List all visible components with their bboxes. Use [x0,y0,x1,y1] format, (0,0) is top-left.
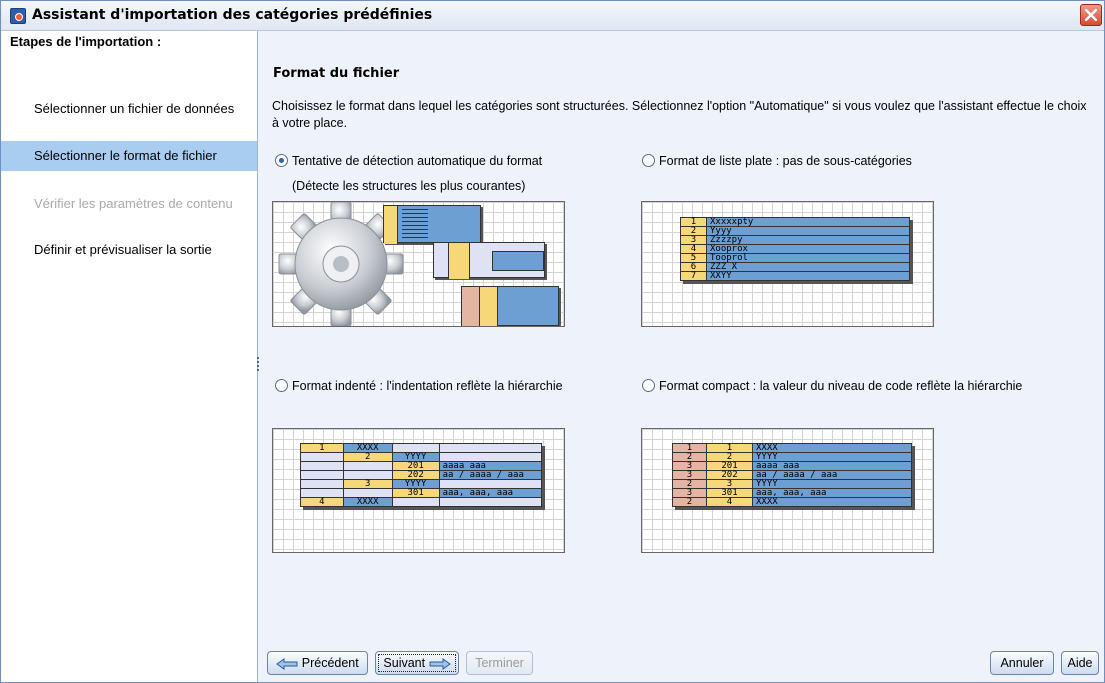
table-cell: aa / aaaa / aaa [438,470,543,480]
table-cell: 2 [672,497,707,507]
table-cell: aaa, aaa, aaa [438,488,543,498]
table-cell: 4 [706,497,753,507]
table-cell: 3 [342,479,393,489]
app-icon [10,8,26,24]
table-row: 4 XXXX [300,497,543,507]
table-cell [342,461,393,471]
table-cell [438,497,543,507]
table-cell [300,452,344,462]
table-cell: ZZZ X [706,262,910,272]
preview-compact: 1 1 XXXX 2 2 YYYY 3 201 aaaa aaa 3 202 aa / aaaa / … [641,428,934,553]
previous-label: Précédent [301,656,359,670]
steps-title: Etapes de l'importation : [10,34,162,49]
option-auto-detect[interactable]: Tentative de détection automatique du fo… [275,154,542,168]
option-flat-list-label: Format de liste plate : pas de sous-caté… [659,154,912,168]
format-description: Choisissez le format dans lequel les cat… [272,99,1087,130]
table-cell [391,497,440,507]
cancel-button[interactable]: Annuler [990,651,1054,675]
table-cell: XXXX [752,497,912,507]
table-cell: 301 [391,488,440,498]
help-button[interactable]: Aide [1061,651,1099,675]
preview-auto-detect [272,201,565,327]
arrow-right-icon [429,658,451,670]
option-auto-detect-hint: (Détecte les structures les plus courant… [292,179,526,193]
option-compact[interactable]: Format compact : la valeur du niveau de … [642,379,1022,393]
option-indented[interactable]: Format indenté : l'indentation reflète l… [275,379,563,393]
radio-compact[interactable] [642,379,655,392]
preview-flat-list: 1 Xxxxxpty 2 Yyyy 3 Zzzzpy 4 Xooprox 5 Tooprol 6 ZZ… [641,201,934,327]
table-row: 3 202 aa / aaaa / aaa [672,470,912,480]
title-bar: Assistant d'importation des catégories p… [1,1,1104,31]
step-verify-content-settings: Vérifier les paramètres de contenu [34,196,233,211]
option-auto-detect-label: Tentative de détection automatique du fo… [292,154,543,168]
table-cell: 2 [342,452,393,462]
import-wizard-window: Assistant d'importation des catégories p… [0,0,1105,683]
radio-indented[interactable] [275,379,288,392]
table-cell [300,479,344,489]
step-select-file-format[interactable]: Sélectionner le format de fichier [1,141,257,171]
table-cell: 7 [680,271,707,281]
indented-table: 1 XXXX 2 YYYY 201 aaaa aaa 202 aa / aaaa / aaa 3… [300,443,543,507]
table-row: 301 aaa, aaa, aaa [300,488,543,498]
table-cell: 1 [300,443,344,453]
next-label: Suivant [383,656,426,670]
table-cell: XXYY [706,271,910,281]
arrow-left-icon [276,658,298,670]
table-row: 3 301 aaa, aaa, aaa [672,488,912,498]
finish-button: Terminer [466,651,533,675]
radio-auto-detect[interactable] [275,154,288,167]
window-title: Assistant d'importation des catégories p… [32,7,433,23]
table-cell: XXXX [342,497,393,507]
table-cell: 4 [300,497,344,507]
table-cell [438,443,543,453]
close-icon [1085,9,1097,21]
table-row: 2 4 XXXX [672,497,912,507]
step-define-preview-output[interactable]: Définir et prévisualiser la sortie [1,235,257,265]
main-panel: Format du fichier Choisissez le format d… [259,31,1104,682]
table-cell: Xxxxxpty [706,217,910,227]
table-row: 7 XXYY [680,271,910,281]
option-compact-label: Format compact : la valeur du niveau de … [659,379,1023,393]
section-title: Format du fichier [273,66,400,81]
flat-list-table: 1 Xxxxxpty 2 Yyyy 3 Zzzzpy 4 Xooprox 5 Tooprol 6 ZZ… [680,217,910,281]
step-select-data-file[interactable]: Sélectionner un fichier de données [1,94,257,124]
radio-flat-list[interactable] [642,154,655,167]
option-indented-label: Format indenté : l'indentation reflète l… [292,379,563,393]
table-cell [300,470,344,480]
steps-sidebar [1,31,258,682]
table-row: 1 1 XXXX [672,443,912,453]
close-button[interactable] [1080,4,1102,26]
next-button[interactable]: Suivant [375,651,459,675]
preview-indented: 1 XXXX 2 YYYY 201 aaaa aaa 202 aa / aaaa / aaa 3… [272,428,565,553]
compact-table: 1 1 XXXX 2 2 YYYY 3 201 aaaa aaa 3 202 aa / aaaa / … [672,443,912,507]
previous-button[interactable]: Précédent [267,651,368,675]
option-flat-list[interactable]: Format de liste plate : pas de sous-caté… [642,154,912,168]
table-cell [300,461,344,471]
